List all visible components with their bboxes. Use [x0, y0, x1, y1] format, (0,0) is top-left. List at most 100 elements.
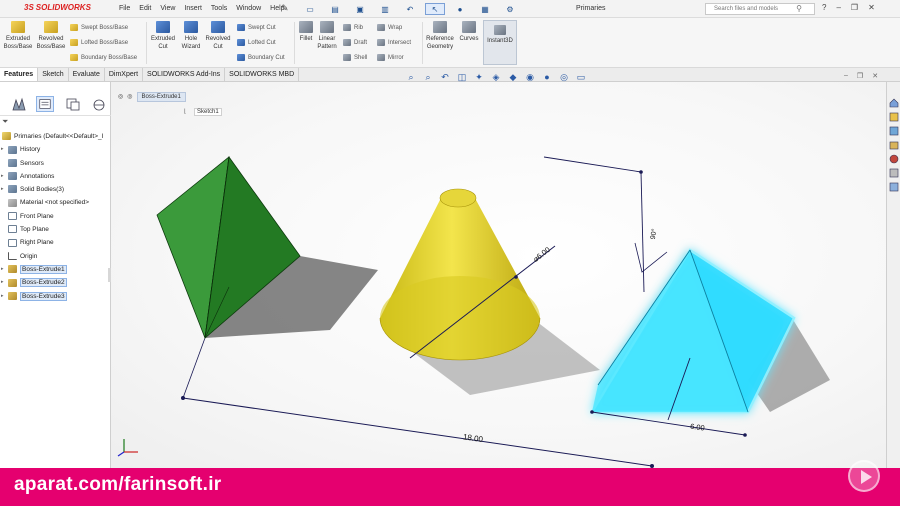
property-manager-tab-icon[interactable] [36, 96, 54, 112]
tree-item-origin[interactable]: Origin [0, 250, 111, 263]
save-icon[interactable]: ▣ [350, 3, 370, 15]
breadcrumb-sketch[interactable]: Sketch1 [194, 108, 222, 116]
previous-view-icon[interactable]: ↶ [440, 72, 450, 82]
boundary-cut-button[interactable]: Boundary Cut [237, 54, 285, 61]
intersect-button[interactable]: Intersect [377, 39, 411, 46]
hole-wizard-button[interactable]: Hole Wizard [178, 21, 204, 51]
open-icon[interactable]: ▤ [325, 3, 345, 15]
tree-item-boss-extrude1[interactable]: ▸ Boss-Extrude1 [0, 263, 111, 276]
body-icon[interactable]: ◎ [127, 93, 132, 100]
options-gear-icon[interactable]: ⚙ [500, 3, 520, 15]
extruded-boss-button[interactable]: Extruded Boss/Base [3, 21, 33, 51]
dimxpert-tab-icon[interactable] [90, 96, 108, 112]
expand-arrow-icon[interactable]: ▸ [1, 276, 4, 289]
print-icon[interactable]: ▥ [375, 3, 395, 15]
rib-button[interactable]: Rib [343, 24, 363, 31]
mirror-button[interactable]: Mirror [377, 54, 404, 61]
revolved-cut-button[interactable]: Revolved Cut [204, 21, 232, 51]
feature-tree-tab-icon[interactable] [10, 96, 28, 112]
tree-item-right-plane[interactable]: Right Plane [0, 236, 111, 249]
reference-geometry-button[interactable]: Reference Geometry [425, 21, 455, 51]
curves-button[interactable]: Curves [457, 21, 481, 43]
tree-item-history[interactable]: ▸ History [0, 143, 111, 156]
close-icon[interactable]: ✕ [872, 72, 878, 80]
tree-item-sensors[interactable]: Sensors [0, 157, 111, 170]
boundary-boss-button[interactable]: Boundary Boss/Base [70, 54, 137, 61]
hide-show-items-icon[interactable]: ◉ [525, 72, 535, 82]
restore-icon[interactable]: ❐ [851, 3, 858, 12]
restore-icon[interactable]: ❐ [857, 72, 863, 80]
filter-icon[interactable]: ⏷ [2, 117, 8, 127]
rebuild-icon[interactable]: ● [450, 3, 470, 15]
extruded-cut-button[interactable]: Extruded Cut [149, 21, 177, 51]
revolved-boss-button[interactable]: Revolved Boss/Base [35, 21, 67, 51]
resources-icon[interactable] [889, 112, 899, 122]
tree-item-boss-extrude3[interactable]: ▸ Boss-Extrude3 [0, 290, 111, 303]
zoom-area-icon[interactable]: ⌕ [423, 72, 433, 82]
select-cursor-icon[interactable]: ↖ [425, 3, 445, 15]
view-settings-icon[interactable]: ▭ [576, 72, 586, 82]
instant3d-button[interactable]: Instant3D [483, 20, 517, 65]
menu-tools[interactable]: Tools [211, 5, 227, 12]
lofted-cut-button[interactable]: Lofted Cut [237, 39, 276, 46]
breadcrumb-feature[interactable]: Boss-Extrude1 [136, 91, 186, 102]
close-icon[interactable]: ✕ [868, 3, 875, 12]
zoom-to-fit-icon[interactable]: ⌕ [406, 72, 416, 82]
tab-mbd[interactable]: SOLIDWORKS MBD [225, 68, 300, 81]
menu-file[interactable]: File [119, 5, 130, 12]
new-document-icon[interactable]: ▭ [300, 3, 320, 15]
draft-button[interactable]: Draft [343, 39, 367, 46]
solidworks-logo[interactable]: 3S SOLIDWORKS [24, 3, 91, 12]
file-explorer-icon[interactable] [889, 140, 899, 150]
tab-sketch[interactable]: Sketch [38, 68, 69, 81]
tree-item-front-plane[interactable]: Front Plane [0, 210, 111, 223]
search-input[interactable]: Search files and models ⚲ [705, 3, 815, 15]
apply-scene-icon[interactable]: ◎ [559, 72, 569, 82]
view-orientation-icon[interactable]: ◈ [491, 72, 501, 82]
appearances-icon[interactable] [889, 154, 899, 164]
display-style-icon[interactable]: ◆ [508, 72, 518, 82]
tab-features[interactable]: Features [0, 68, 39, 81]
custom-properties-icon[interactable] [889, 168, 899, 178]
section-view-icon[interactable]: ◫ [457, 72, 467, 82]
menu-window[interactable]: Window [236, 5, 261, 12]
tab-dimxpert[interactable]: DimXpert [105, 68, 144, 81]
fillet-button[interactable]: Fillet [296, 21, 316, 43]
lofted-boss-button[interactable]: Lofted Boss/Base [70, 39, 128, 46]
tree-item-top-plane[interactable]: Top Plane [0, 223, 111, 236]
tree-item-solid-bodies[interactable]: ▸ Solid Bodies(3) [0, 183, 111, 196]
swept-cut-button[interactable]: Swept Cut [237, 24, 276, 31]
tab-evaluate[interactable]: Evaluate [69, 68, 105, 81]
tree-item-annotations[interactable]: ▸ Annotations [0, 170, 111, 183]
search-icon[interactable]: ⚲ [796, 4, 802, 14]
edit-appearance-icon[interactable]: ● [542, 72, 552, 82]
tab-addins[interactable]: SOLIDWORKS Add-Ins [143, 68, 226, 81]
tree-item-boss-extrude2[interactable]: ▸ Boss-Extrude2 [0, 276, 111, 289]
pin-icon[interactable]: ✎ [281, 3, 289, 14]
menu-view[interactable]: View [160, 5, 175, 12]
expand-arrow-icon[interactable]: ▸ [1, 290, 4, 303]
tree-item-material[interactable]: Material <not specified> [0, 196, 111, 209]
design-library-icon[interactable] [889, 126, 899, 136]
part-icon[interactable]: ◎ [118, 93, 123, 100]
help-icon[interactable]: ? [822, 3, 826, 12]
expand-arrow-icon[interactable]: ▸ [1, 170, 4, 183]
minimize-icon[interactable]: – [836, 3, 840, 12]
linear-pattern-button[interactable]: Linear Pattern [316, 21, 338, 51]
expand-arrow-icon[interactable]: ▸ [1, 263, 4, 276]
shell-button[interactable]: Shell [343, 54, 367, 61]
swept-boss-button[interactable]: Swept Boss/Base [70, 24, 128, 31]
wrap-button[interactable]: Wrap [377, 24, 402, 31]
tree-root-part[interactable]: Primaries (Default<<Default>_I [0, 130, 111, 143]
menu-insert[interactable]: Insert [184, 5, 202, 12]
minimize-icon[interactable]: – [844, 72, 848, 80]
solidworks-forum-icon[interactable] [889, 182, 899, 192]
configuration-manager-tab-icon[interactable] [64, 96, 82, 112]
dynamic-annotation-icon[interactable]: ✦ [474, 72, 484, 82]
expand-arrow-icon[interactable]: ▸ [1, 183, 4, 196]
expand-arrow-icon[interactable]: ▸ [1, 143, 4, 156]
undo-icon[interactable]: ↶ [400, 3, 420, 15]
file-properties-icon[interactable]: ▦ [475, 3, 495, 15]
menu-edit[interactable]: Edit [139, 5, 151, 12]
home-icon[interactable] [889, 98, 899, 108]
